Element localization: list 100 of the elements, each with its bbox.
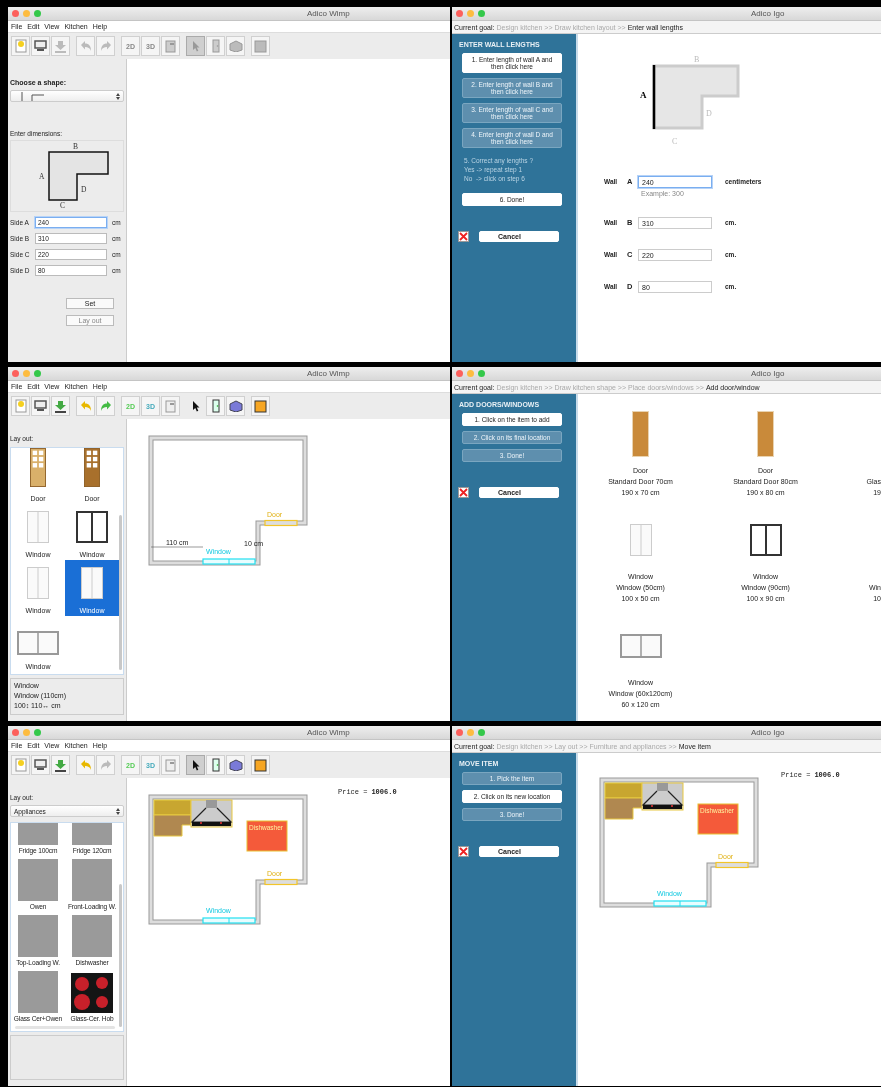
- window-drawing: [653, 900, 707, 907]
- close-button[interactable]: [456, 370, 463, 377]
- close-button[interactable]: [12, 729, 19, 736]
- maximize-button[interactable]: [34, 729, 41, 736]
- page-icon: [14, 399, 27, 413]
- minimize-button[interactable]: [23, 729, 30, 736]
- maximize-button[interactable]: [34, 10, 41, 17]
- minimize-button[interactable]: [467, 729, 474, 736]
- plan-button[interactable]: [161, 755, 180, 775]
- undo-icon: [79, 40, 92, 52]
- document-icon: [165, 758, 176, 772]
- color-button[interactable]: [251, 396, 270, 416]
- redo-button[interactable]: [96, 396, 115, 416]
- window-title: Adico Wimp: [307, 369, 350, 378]
- window-drawing: [202, 558, 256, 565]
- l-shape-drawing: [48, 151, 109, 201]
- redo-icon: [99, 40, 112, 52]
- maximize-button[interactable]: [478, 729, 485, 736]
- page-icon: [14, 758, 27, 772]
- window-title: Adico Wimp: [307, 728, 350, 737]
- window-drawing: [81, 567, 103, 599]
- appliance-photo: [18, 915, 58, 957]
- scrollbar-thumb[interactable]: [119, 884, 122, 1027]
- cube-icon: [228, 759, 243, 771]
- window-drawing: [202, 917, 256, 924]
- undo-button[interactable]: [76, 396, 95, 416]
- furniture-button[interactable]: [226, 755, 245, 775]
- close-icon: [458, 846, 469, 857]
- close-button[interactable]: [456, 10, 463, 17]
- window-title: Adico Wimp: [307, 9, 350, 18]
- wall-letter: D: [706, 109, 712, 118]
- hood-drawing: [190, 799, 233, 828]
- shape-dropdown[interactable]: [10, 90, 124, 102]
- furniture-button[interactable]: [226, 396, 245, 416]
- document-icon: [165, 39, 176, 53]
- wall-letter: A: [640, 90, 647, 100]
- minimize-button[interactable]: [467, 370, 474, 377]
- close-icon: [458, 487, 469, 498]
- window-drawing: [27, 567, 49, 599]
- door-icon: [210, 758, 221, 772]
- monitor-icon: [34, 759, 47, 771]
- monitor-icon: [34, 40, 47, 52]
- plan-button[interactable]: [161, 396, 180, 416]
- dishwasher-drawing: [697, 803, 739, 835]
- window-drawing: [17, 631, 59, 655]
- window-title: Adico Igo: [751, 369, 785, 378]
- appliance-photo: [18, 823, 58, 845]
- open-button[interactable]: [31, 755, 50, 775]
- undo-button[interactable]: [76, 755, 95, 775]
- download-icon: [54, 399, 67, 413]
- minimize-button[interactable]: [23, 10, 30, 17]
- open-button[interactable]: [31, 396, 50, 416]
- redo-icon: [99, 400, 112, 412]
- hob-drawing: [71, 973, 113, 1013]
- pointer-icon: [191, 759, 200, 771]
- cube-icon: [228, 400, 243, 412]
- close-button[interactable]: [12, 10, 19, 17]
- appliance-photo: [18, 859, 58, 901]
- square-icon: [254, 399, 267, 413]
- color-button[interactable]: [251, 755, 270, 775]
- minimize-button[interactable]: [23, 370, 30, 377]
- download-icon: [54, 758, 67, 772]
- appliance-photo: [18, 971, 58, 1013]
- window-drawing: [27, 511, 49, 543]
- undo-icon: [79, 759, 92, 771]
- maximize-button[interactable]: [34, 370, 41, 377]
- counter-drawing: [604, 782, 643, 820]
- appliance-photo: [72, 859, 112, 901]
- open-button[interactable]: [31, 36, 50, 56]
- save-button[interactable]: [51, 755, 70, 775]
- updown-icon: [116, 807, 120, 815]
- window-drawing: [619, 634, 662, 658]
- updown-icon: [116, 92, 120, 100]
- maximize-button[interactable]: [478, 370, 485, 377]
- door-drawing: [264, 519, 298, 527]
- door-icon: [210, 399, 221, 413]
- pointer-icon: [191, 40, 200, 52]
- page-icon: [14, 39, 27, 53]
- window-drawing: [629, 524, 652, 556]
- counter-drawing: [153, 799, 192, 837]
- square-icon: [254, 758, 267, 772]
- scrollbar-thumb[interactable]: [119, 514, 122, 670]
- monitor-icon: [34, 400, 47, 412]
- close-button[interactable]: [456, 729, 463, 736]
- dishwasher-drawing: [246, 820, 288, 852]
- door-drawing: [632, 411, 649, 457]
- square-icon: [254, 39, 267, 53]
- pointer-icon: [191, 400, 200, 412]
- cube-icon: [228, 40, 243, 52]
- maximize-button[interactable]: [478, 10, 485, 17]
- minimize-button[interactable]: [467, 10, 474, 17]
- close-button[interactable]: [12, 370, 19, 377]
- window-drawing: [749, 524, 782, 556]
- appliance-photo: [72, 823, 112, 845]
- dimension-line: [150, 546, 204, 548]
- download-icon: [54, 39, 67, 53]
- door-icon: [210, 39, 221, 53]
- undo-icon: [79, 400, 92, 412]
- select-button[interactable]: [186, 755, 205, 775]
- save-button[interactable]: [51, 396, 70, 416]
